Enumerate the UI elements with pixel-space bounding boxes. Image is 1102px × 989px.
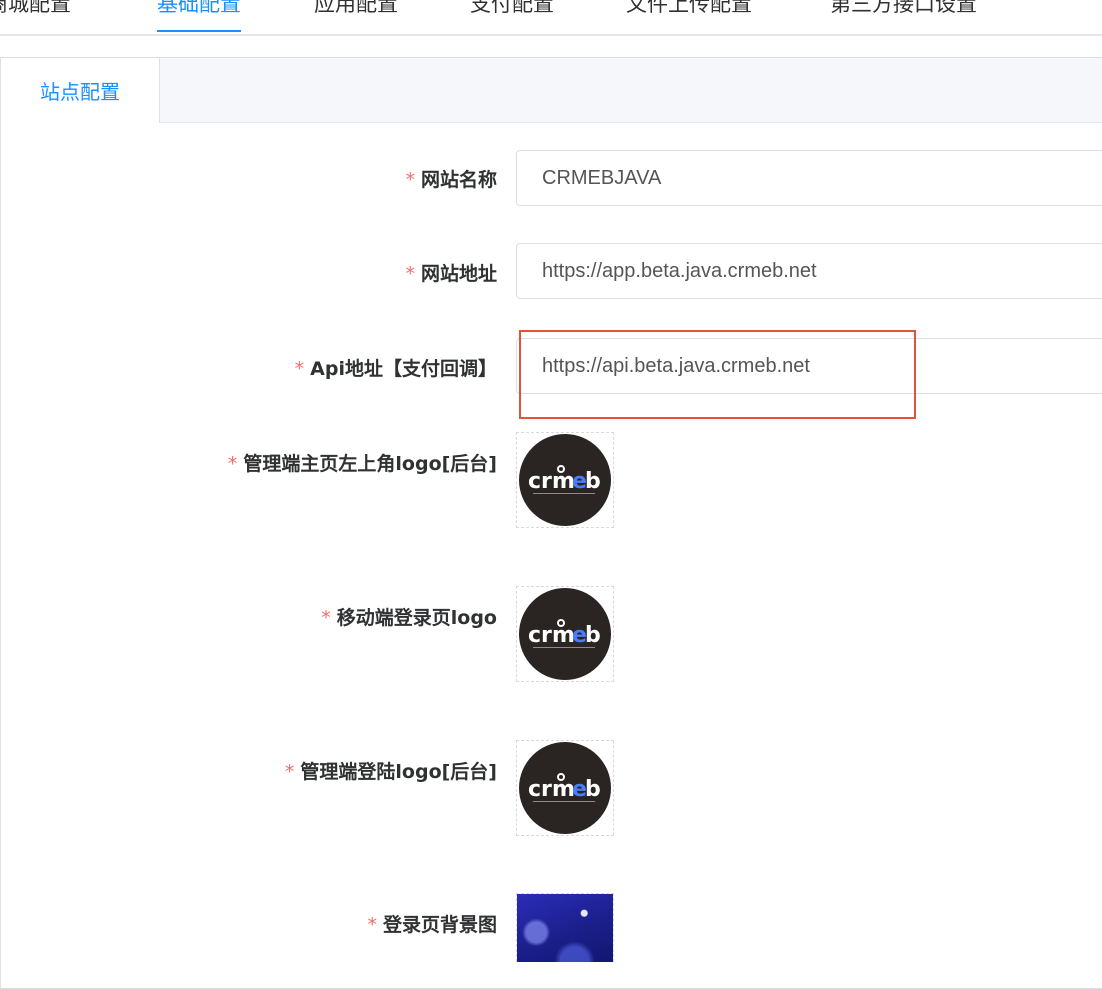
crmeb-logo-icon: cr m e b <box>528 465 601 494</box>
tab-site-config[interactable]: 站点配置 <box>1 58 160 123</box>
site-url-label: * 网站地址 <box>0 259 497 286</box>
api-url-input[interactable]: https://api.beta.java.crmeb.net <box>516 338 1102 394</box>
inner-tab-bar: 站点配置 <box>1 58 1102 123</box>
admin-login-logo-upload[interactable]: cr m e b <box>516 740 614 836</box>
admin-logo-label: * 管理端主页左上角logo[后台] <box>0 449 497 476</box>
required-mark: * <box>284 761 295 783</box>
required-mark: * <box>405 263 415 285</box>
crmeb-logo-icon: cr m e b <box>528 619 601 648</box>
top-tab-bar: 商城配置 基础配置 应用配置 支付配置 文件上传配置 第三方接口设置 <box>0 0 1102 36</box>
tab-payment-config[interactable]: 支付配置 <box>470 0 554 32</box>
required-mark: * <box>405 169 415 191</box>
site-name-label: * 网站名称 <box>0 165 497 192</box>
crmeb-logo-image: cr m e b <box>519 742 611 834</box>
svg-text:cr: cr <box>528 777 552 802</box>
site-name-input[interactable]: CRMEBJAVA <box>516 150 1102 206</box>
mobile-logo-label-text: 移动端登录页logo <box>336 607 497 629</box>
tab-upload-config[interactable]: 文件上传配置 <box>626 0 752 32</box>
svg-text:b: b <box>585 623 601 648</box>
site-name-label-text: 网站名称 <box>420 169 497 191</box>
required-mark: * <box>321 607 331 629</box>
crmeb-logo-icon: cr m e b <box>528 773 601 802</box>
admin-logo-label-text: 管理端主页左上角logo[后台] <box>243 453 497 475</box>
site-url-input[interactable]: https://app.beta.java.crmeb.net <box>516 243 1102 299</box>
tab-third-party-config[interactable]: 第三方接口设置 <box>830 0 977 32</box>
tab-basic-config[interactable]: 基础配置 <box>157 0 241 32</box>
login-bg-upload[interactable] <box>516 893 614 962</box>
admin-logo-upload[interactable]: cr m e b <box>516 432 614 528</box>
login-bg-image <box>517 894 613 962</box>
site-url-label-text: 网站地址 <box>420 263 497 285</box>
crmeb-logo-image: cr m e b <box>519 434 611 526</box>
svg-text:b: b <box>585 469 601 494</box>
svg-text:cr: cr <box>528 469 552 494</box>
admin-login-logo-label-text: 管理端登陆logo[后台] <box>300 761 497 783</box>
tab-app-config[interactable]: 应用配置 <box>314 0 398 32</box>
api-url-label: * Api地址【支付回调】 <box>0 354 497 381</box>
login-bg-label: * 登录页背景图 <box>0 910 497 937</box>
svg-text:b: b <box>585 777 601 802</box>
required-mark: * <box>294 358 305 380</box>
api-url-label-text: Api地址【支付回调】 <box>310 358 497 380</box>
login-bg-label-text: 登录页背景图 <box>382 914 497 936</box>
crmeb-logo-image: cr m e b <box>519 588 611 680</box>
tab-mall-config[interactable]: 商城配置 <box>0 0 71 32</box>
mobile-logo-upload[interactable]: cr m e b <box>516 586 614 682</box>
required-mark: * <box>227 453 238 475</box>
required-mark: * <box>367 914 377 936</box>
admin-login-logo-label: * 管理端登陆logo[后台] <box>0 757 497 784</box>
mobile-logo-label: * 移动端登录页logo <box>0 603 497 630</box>
svg-text:cr: cr <box>528 623 552 648</box>
